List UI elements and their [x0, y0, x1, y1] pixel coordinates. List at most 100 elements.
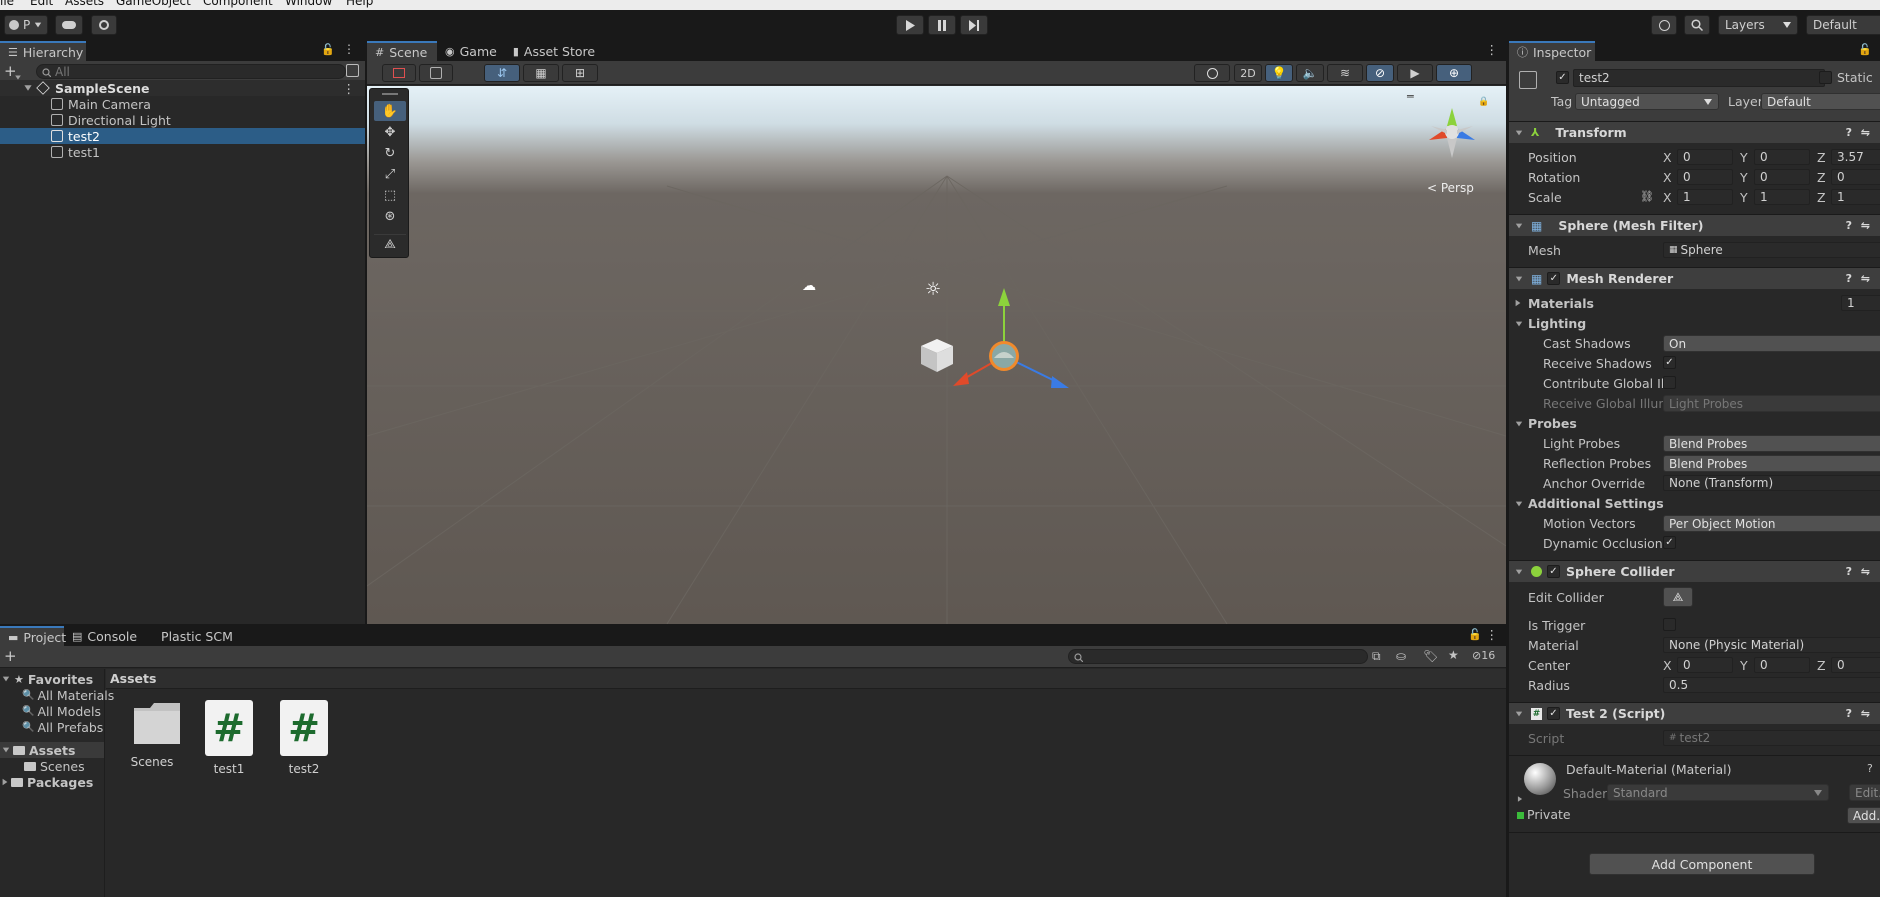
light-probes-dropdown[interactable]: Blend Probes — [1663, 435, 1880, 452]
settings-icon[interactable]: ⇋ — [1861, 565, 1870, 578]
scale-tool-button[interactable]: ⤢ — [374, 164, 406, 184]
help-icon[interactable]: ? — [1846, 707, 1852, 720]
mesh-renderer-header[interactable]: ▦ ✓ Mesh Renderer ? ⇋ — [1509, 267, 1880, 289]
asset-tile-test2[interactable]: # test2 — [269, 700, 339, 776]
motion-vectors-dropdown[interactable]: Per Object Motion — [1663, 515, 1880, 532]
tab-asset-store[interactable]: ▮ Asset Store — [505, 41, 603, 61]
audio-toggle[interactable]: 🔈 — [1296, 64, 1324, 82]
tab-console[interactable]: ▤ Console — [64, 626, 145, 646]
menu-file[interactable]: ile — [0, 0, 14, 8]
tab-inspector[interactable]: ⓘ Inspector — [1509, 41, 1595, 61]
settings-icon[interactable]: ⇋ — [1861, 707, 1870, 720]
filter-by-label-icon[interactable]: 🏷 — [1423, 649, 1438, 663]
play-button[interactable] — [896, 15, 924, 35]
history-button[interactable] — [1651, 15, 1677, 35]
sphere-collider-header[interactable]: ✓ Sphere Collider ? ⇋ — [1509, 560, 1880, 582]
tab-hierarchy[interactable]: ☰ Hierarchy — [0, 41, 86, 61]
settings-icon[interactable]: ⇋ — [1861, 126, 1870, 139]
help-icon[interactable]: ? — [1867, 762, 1873, 775]
scenes-folder-row[interactable]: Scenes — [0, 758, 104, 774]
draw-mode-dropdown[interactable] — [382, 64, 416, 82]
hidden-packages-toggle[interactable]: ⊘16 — [1472, 649, 1495, 662]
rotation-z-input[interactable]: 0 — [1831, 169, 1880, 185]
hierarchy-search-input[interactable]: All — [36, 64, 346, 79]
search-button[interactable] — [1684, 15, 1710, 35]
search-by-type-icon[interactable]: ⧉ — [1372, 649, 1381, 664]
position-y-input[interactable]: 0 — [1754, 149, 1810, 165]
gizmo-sphere-dropdown[interactable] — [1194, 64, 1230, 82]
hierarchy-item-selected[interactable]: test2 — [0, 128, 365, 144]
script-component-header[interactable]: # ✓ Test 2 (Script) ? ⇋ — [1509, 702, 1880, 724]
chevron-right-icon[interactable] — [1515, 299, 1521, 307]
tag-dropdown[interactable]: Untagged — [1575, 93, 1719, 110]
tab-project[interactable]: ▬ Project — [0, 626, 66, 646]
lock-icon[interactable]: 🔓 — [1858, 43, 1872, 56]
collab-button[interactable] — [91, 15, 117, 35]
gizmo-tool-dropdown[interactable]: ⇵ — [484, 64, 520, 82]
position-x-input[interactable]: 0 — [1677, 149, 1733, 165]
hierarchy-item[interactable]: Main Camera — [0, 96, 365, 112]
rotation-y-input[interactable]: 0 — [1754, 169, 1810, 185]
account-dropdown[interactable]: P — [4, 15, 48, 35]
center-x-input[interactable]: 0 — [1677, 657, 1733, 673]
materials-count-input[interactable]: 1 — [1841, 295, 1880, 311]
packages-folder-row[interactable]: Packages — [0, 774, 104, 790]
scene-row[interactable]: SampleScene ⋮ — [0, 80, 365, 96]
mesh-filter-header[interactable]: ▦ Sphere (Mesh Filter) ? ⇋ — [1509, 214, 1880, 236]
layers-dropdown[interactable]: Layers — [1718, 15, 1798, 35]
shading-dropdown[interactable] — [419, 64, 453, 82]
filter-icon[interactable] — [346, 64, 359, 77]
gizmos-dropdown[interactable]: ⊕ — [1436, 64, 1472, 82]
receive-shadows-checkbox[interactable]: ✓ — [1663, 356, 1676, 369]
asset-tile-scenes[interactable]: Scenes — [117, 700, 187, 769]
active-checkbox[interactable]: ✓ — [1556, 71, 1569, 84]
layer-dropdown[interactable]: Default — [1761, 93, 1880, 110]
chevron-down-icon[interactable] — [1515, 130, 1523, 135]
cloud-button[interactable] — [55, 15, 83, 35]
filter-by-type-icon[interactable]: ⛀ — [1396, 649, 1406, 663]
tab-scene[interactable]: # Scene — [367, 41, 437, 61]
mesh-object-field[interactable]: ▦ Sphere — [1663, 242, 1880, 258]
move-gizmo[interactable] — [937, 286, 1077, 416]
chevron-down-icon[interactable] — [1515, 421, 1523, 427]
chevron-down-icon[interactable] — [1515, 569, 1523, 574]
persp-label[interactable]: < Persp — [1427, 181, 1474, 195]
center-y-input[interactable]: 0 — [1754, 657, 1810, 673]
menu-edit[interactable]: Edit — [30, 0, 53, 8]
help-icon[interactable]: ? — [1846, 219, 1852, 232]
static-checkbox[interactable] — [1819, 71, 1832, 84]
reflection-probes-dropdown[interactable]: Blend Probes — [1663, 455, 1880, 472]
transform-tool-button[interactable]: ⊛ — [374, 206, 406, 226]
breadcrumb-assets[interactable]: Assets — [110, 671, 156, 686]
scene-visibility-toggle[interactable]: ⊘ — [1366, 64, 1394, 82]
hierarchy-item[interactable]: test1 — [0, 144, 365, 160]
drag-handle[interactable] — [382, 93, 398, 95]
step-button[interactable] — [960, 15, 988, 35]
scale-y-input[interactable]: 1 — [1754, 189, 1810, 205]
radius-input[interactable]: 0.5 — [1663, 677, 1880, 693]
custom-tool-button[interactable]: ⟁ — [374, 234, 406, 254]
asset-tile-test1[interactable]: # test1 — [194, 700, 264, 776]
more-options-icon[interactable]: ⋮ — [1486, 627, 1499, 642]
mode-2d-button[interactable]: 2D — [1234, 64, 1262, 82]
hand-tool-button[interactable]: ✋ — [374, 101, 406, 121]
lock-icon[interactable]: 🔓 — [321, 43, 335, 56]
tab-game[interactable]: ◉ Game — [437, 41, 505, 61]
chevron-down-icon[interactable] — [1515, 223, 1523, 228]
menu-gameobject[interactable]: GameObject — [116, 0, 191, 8]
material-add-button[interactable]: Add... — [1847, 807, 1880, 824]
help-icon[interactable]: ? — [1846, 565, 1852, 578]
move-tool-button[interactable]: ✥ — [374, 122, 406, 142]
camera-dropdown[interactable]: ▶ — [1397, 64, 1433, 82]
shader-edit-button[interactable]: Edit... — [1849, 784, 1880, 801]
menu-component[interactable]: Component — [203, 0, 273, 8]
rotate-tool-button[interactable]: ↻ — [374, 143, 406, 163]
lighting-toggle[interactable]: 💡 — [1265, 64, 1293, 82]
handle-icon[interactable]: ═ — [1407, 90, 1414, 103]
chevron-down-icon[interactable] — [1515, 321, 1523, 327]
chevron-down-icon[interactable] — [2, 676, 10, 682]
chevron-down-icon[interactable] — [1515, 501, 1523, 507]
settings-icon[interactable]: ⇋ — [1861, 272, 1870, 285]
more-options-icon[interactable]: ⋮ — [343, 81, 356, 96]
menu-assets[interactable]: Assets — [65, 0, 104, 8]
